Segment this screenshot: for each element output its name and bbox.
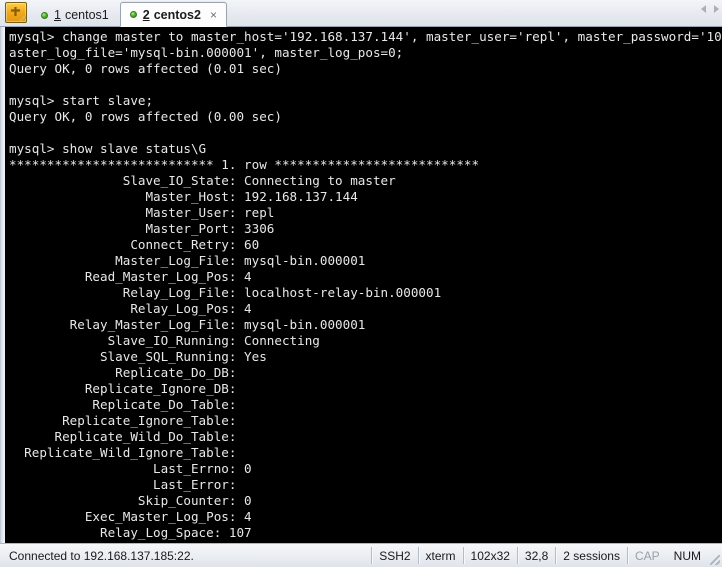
terminal-line: Replicate_Ignore_DB: xyxy=(9,381,237,396)
resize-grip[interactable] xyxy=(708,544,722,567)
tab-label: centos1 xyxy=(64,8,109,22)
terminal-line: Query OK, 0 rows affected (0.00 sec) xyxy=(9,109,282,124)
terminal-line: Query OK, 0 rows affected (0.01 sec) xyxy=(9,61,282,76)
status-num-lock: NUM xyxy=(673,548,701,563)
status-caps-lock: CAP xyxy=(634,548,660,563)
status-emulation: xterm xyxy=(425,548,456,563)
terminal-line: mysql> change master to master_host='192… xyxy=(9,29,722,44)
status-session-count: 2 sessions xyxy=(563,548,620,563)
tab-scroll-controls xyxy=(701,5,719,13)
terminal-line: Replicate_Wild_Do_Table: xyxy=(9,429,237,444)
terminal-line: Read_Master_Log_Pos: 4 xyxy=(9,269,252,284)
terminal-line: Replicate_Do_DB: xyxy=(9,365,237,380)
status-cursor-position: 32,8 xyxy=(524,548,549,563)
terminal-output[interactable]: mysql> change master to master_host='192… xyxy=(6,27,722,543)
tab-centos1[interactable]: 1 centos1 xyxy=(31,4,119,26)
terminal-line: Slave_SQL_Running: Yes xyxy=(9,349,267,364)
close-icon[interactable]: × xyxy=(210,9,217,21)
tab-label: centos2 xyxy=(153,7,201,22)
terminal-line: Relay_Log_Space: 107 xyxy=(9,525,252,540)
chevron-left-icon[interactable] xyxy=(701,5,706,13)
tab-bar: 1 centos1 2 centos2 × xyxy=(0,0,722,27)
terminal-line: Master_Host: 192.168.137.144 xyxy=(9,189,358,204)
terminal-line: mysql> start slave; xyxy=(9,93,154,108)
terminal-line: mysql> show slave status\G xyxy=(9,141,207,156)
status-spacer xyxy=(201,544,371,567)
status-connection: Connected to 192.168.137.185:22. xyxy=(9,548,194,563)
terminal-line: Replicate_Do_Table: xyxy=(9,397,237,412)
terminal-line: Master_Log_File: mysql-bin.000001 xyxy=(9,253,366,268)
terminal-line: Connect_Retry: 60 xyxy=(9,237,260,252)
connection-status-led xyxy=(129,11,137,18)
status-bar: Connected to 192.168.137.185:22. SSH2 xt… xyxy=(0,543,722,567)
securecrt-app-icon[interactable] xyxy=(5,2,27,23)
terminal-line: aster_log_file='mysql-bin.000001', maste… xyxy=(9,45,404,60)
status-screen-size: 102x32 xyxy=(470,548,510,563)
terminal-line: Slave_IO_Running: Connecting xyxy=(9,333,320,348)
terminal-line: Relay_Log_File: localhost-relay-bin.0000… xyxy=(9,285,442,300)
terminal-line: Relay_Master_Log_File: mysql-bin.000001 xyxy=(9,317,366,332)
tab-centos2[interactable]: 2 centos2 × xyxy=(119,2,227,27)
terminal-line: Slave_IO_State: Connecting to master xyxy=(9,173,396,188)
chevron-right-icon[interactable] xyxy=(714,5,719,13)
terminal-line: Replicate_Wild_Ignore_Table: xyxy=(9,445,237,460)
tab-number: 2 xyxy=(142,7,150,22)
tab-number: 1 xyxy=(54,8,61,22)
terminal-line: *************************** 1. row *****… xyxy=(9,157,480,172)
status-protocol: SSH2 xyxy=(379,548,411,563)
plug-icon xyxy=(11,7,20,16)
terminal-line: Master_User: repl xyxy=(9,205,275,220)
terminal-area: mysql> change master to master_host='192… xyxy=(0,27,722,543)
terminal-line: Last_Errno: 0 xyxy=(9,461,252,476)
terminal-line: Relay_Log_Pos: 4 xyxy=(9,301,252,316)
terminal-line: Last_Error: xyxy=(9,477,237,492)
pencil-icon xyxy=(18,14,26,22)
terminal-line: Exec_Master_Log_Pos: 4 xyxy=(9,509,252,524)
terminal-line: Master_Port: 3306 xyxy=(9,221,275,236)
connection-status-led xyxy=(41,11,48,19)
terminal-line: Replicate_Ignore_Table: xyxy=(9,413,237,428)
terminal-line: Skip_Counter: 0 xyxy=(9,493,252,508)
securecrt-window: 1 centos1 2 centos2 × mysql> change mast… xyxy=(0,0,722,567)
